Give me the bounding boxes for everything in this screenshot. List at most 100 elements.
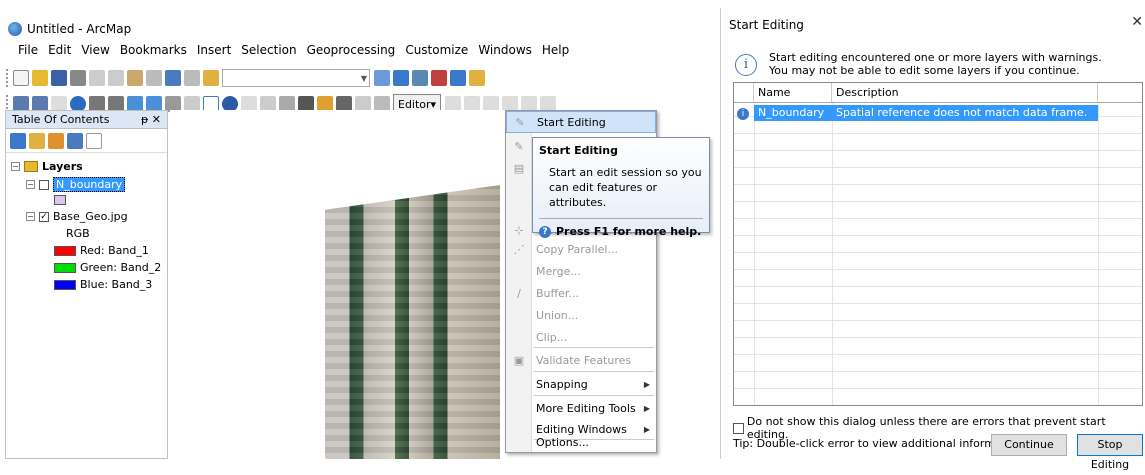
info-icon: i [735, 54, 757, 76]
menu-item-options[interactable]: Options... [506, 431, 656, 453]
collapse-icon[interactable]: − [26, 212, 35, 221]
layer-symbol[interactable] [54, 195, 70, 205]
layer-base-geo[interactable]: − ✓ Base_Geo.jpg [26, 210, 128, 223]
layer-name[interactable]: N_boundary [53, 177, 126, 192]
print-icon[interactable] [70, 70, 86, 86]
band-label: Red: Band_1 [80, 244, 149, 257]
column-divider [754, 103, 755, 405]
continue-button[interactable]: Continue [991, 434, 1067, 456]
buffer-icon: ∕ [517, 286, 521, 300]
collapse-icon[interactable]: − [11, 162, 20, 171]
collapse-icon[interactable]: − [26, 180, 35, 189]
warnings-table[interactable]: Name Description i N_boundary Spatial re… [733, 82, 1143, 406]
band-red[interactable]: Red: Band_1 [54, 244, 149, 257]
layers-group[interactable]: − Layers [11, 160, 83, 173]
menu-item-label: Union... [536, 308, 579, 322]
toc-pin-close-icon[interactable]: ᵽ ✕ [141, 113, 161, 126]
copy-icon[interactable] [108, 70, 124, 86]
standard-toolbar: ▼ [0, 66, 714, 90]
add-data-icon[interactable] [203, 70, 219, 86]
arctoolbox-icon[interactable] [450, 70, 466, 86]
undo-icon[interactable] [165, 70, 181, 86]
layers-label: Layers [42, 160, 83, 173]
info-icon: i [737, 108, 749, 120]
polygon-symbol-swatch[interactable] [54, 195, 66, 205]
toc-header: Table Of Contents ᵽ ✕ [6, 111, 167, 129]
suppress-checkbox[interactable] [733, 422, 744, 434]
table-row[interactable]: i N_boundary Spatial reference does not … [734, 105, 1098, 121]
band-blue[interactable]: Blue: Band_3 [54, 278, 152, 291]
menu-edit[interactable]: Edit [48, 43, 71, 63]
menu-bookmarks[interactable]: Bookmarks [120, 43, 187, 63]
toc-toolbar [6, 129, 167, 153]
menu-view[interactable]: View [81, 43, 109, 63]
toc-options-icon[interactable] [86, 132, 102, 149]
layer-visibility-checkbox[interactable]: ✓ [39, 211, 49, 222]
menu-item-label: Snapping [536, 377, 588, 391]
map-scale-combo[interactable]: ▼ [222, 69, 370, 87]
copy-parallel-icon: ⋰ [513, 242, 525, 256]
column-divider [1098, 103, 1099, 405]
header-icon-col [734, 83, 754, 102]
menu-item-validate-features: ▣ Validate Features [506, 349, 656, 371]
paste-icon[interactable] [127, 70, 143, 86]
dialog-message: Start editing encountered one or more la… [769, 51, 1102, 77]
open-folder-icon[interactable] [32, 70, 48, 86]
blue-swatch[interactable] [54, 279, 76, 290]
menu-selection[interactable]: Selection [241, 43, 296, 63]
green-swatch[interactable] [54, 262, 76, 273]
model-builder-icon[interactable] [469, 70, 485, 86]
message-line-1: Start editing encountered one or more la… [769, 51, 1102, 64]
menu-separator [534, 395, 654, 396]
redo-icon[interactable] [184, 70, 200, 86]
toc-title: Table Of Contents [12, 113, 110, 126]
menu-item-start-editing[interactable]: ✎ Start Editing [506, 111, 656, 133]
new-document-icon[interactable] [13, 70, 29, 86]
close-icon[interactable]: ✕ [1131, 14, 1143, 30]
orthophoto-raster [325, 185, 500, 459]
save-edits-icon: ▤ [513, 161, 525, 175]
menu-item-buffer: ∕ Buffer... [506, 282, 656, 304]
menu-file[interactable]: File [18, 43, 38, 63]
menu-geoprocessing[interactable]: Geoprocessing [307, 43, 396, 63]
menu-item-label: Options... [536, 435, 589, 449]
toc-window-icon[interactable] [393, 70, 409, 86]
band-green[interactable]: Green: Band_2 [54, 261, 161, 274]
save-icon[interactable] [51, 70, 67, 86]
red-swatch[interactable] [54, 245, 76, 256]
menu-help[interactable]: Help [542, 43, 569, 63]
column-header-description[interactable]: Description [832, 83, 1098, 102]
stop-editing-button[interactable]: Stop Editing [1077, 434, 1143, 471]
delete-icon[interactable] [146, 70, 162, 86]
menu-windows[interactable]: Windows [478, 43, 532, 63]
row-description-cell[interactable]: Spatial reference does not match data fr… [832, 105, 1098, 121]
column-divider [832, 103, 833, 405]
dialog-tip: Tip: Double-click error to view addition… [733, 437, 1023, 450]
layer-visibility-checkbox[interactable] [39, 179, 49, 190]
search-window-icon[interactable] [431, 70, 447, 86]
menu-item-label: Start Editing [537, 115, 606, 129]
catalog-window-icon[interactable] [412, 70, 428, 86]
layer-n-boundary[interactable]: − N_boundary [26, 177, 126, 192]
menu-item-snapping[interactable]: Snapping ▶ [506, 373, 656, 395]
validate-icon: ▣ [513, 353, 525, 367]
row-icon-cell: i [734, 105, 754, 121]
editor-toolbar-icon[interactable] [374, 70, 390, 86]
cut-icon[interactable] [89, 70, 105, 86]
menu-insert[interactable]: Insert [197, 43, 231, 63]
menu-customize[interactable]: Customize [405, 43, 468, 63]
list-by-visibility-icon[interactable] [48, 132, 64, 149]
list-by-selection-icon[interactable] [67, 132, 83, 149]
arcmap-window: Untitled - ArcMap File Edit View Bookmar… [0, 0, 714, 459]
menu-item-more-editing-tools[interactable]: More Editing Tools ▶ [506, 397, 656, 419]
toolbar-grip[interactable] [6, 69, 9, 87]
submenu-arrow-icon: ▶ [643, 379, 650, 389]
list-by-source-icon[interactable] [29, 132, 45, 149]
table-of-contents: Table Of Contents ᵽ ✕ − Layers − N_bound… [5, 110, 168, 459]
list-by-drawing-order-icon[interactable] [10, 132, 26, 149]
layer-name[interactable]: Base_Geo.jpg [53, 210, 128, 223]
tooltip-help-text: Press F1 for more help. [556, 225, 702, 238]
row-name-cell[interactable]: N_boundary [754, 105, 832, 121]
column-header-name[interactable]: Name [754, 83, 832, 102]
help-icon: ? [539, 225, 551, 238]
